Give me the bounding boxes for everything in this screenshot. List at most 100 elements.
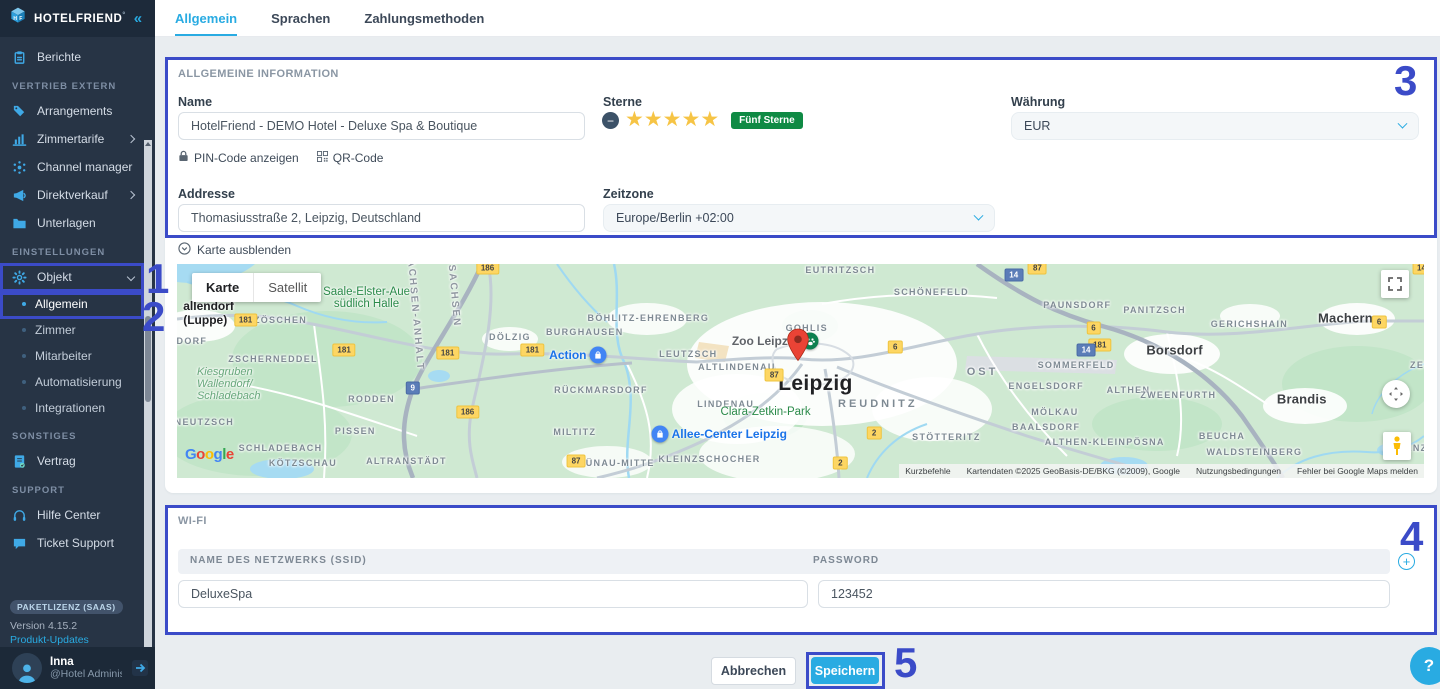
road-badge: 6: [1372, 315, 1386, 328]
attribution-item[interactable]: Nutzungsbedingungen: [1196, 466, 1281, 476]
sidebar-item-objekt[interactable]: Objekt: [0, 263, 144, 291]
hide-map-link[interactable]: Karte ausblenden: [178, 242, 291, 258]
map-type-satellit-button[interactable]: Satellit: [253, 273, 321, 302]
map-label: SACHSEN: [446, 264, 462, 328]
megaphone-icon: [12, 187, 28, 203]
map-type-karte-button[interactable]: Karte: [192, 273, 253, 302]
map-labels-layer: EUTRITZSCHGOHLISBÖHLITZ-EHRENBERGSCHÖNEF…: [177, 264, 1424, 478]
logout-arrow-icon[interactable]: [131, 659, 149, 677]
road-badge: 186: [456, 405, 479, 418]
sidebar-item-arrangements[interactable]: Arrangements: [0, 97, 144, 125]
map-label: Leipzig: [778, 372, 852, 396]
sidebar-item-label: Arrangements: [37, 104, 134, 118]
map-label: STÖTTERITZ: [912, 432, 981, 442]
decrease-stars-button[interactable]: −: [602, 112, 619, 129]
map-label: Borsdorf: [1146, 342, 1203, 357]
collapse-circle-icon: [178, 242, 191, 258]
bullet-icon: [22, 354, 26, 358]
scrollbar-up-arrow[interactable]: [145, 142, 151, 146]
sidebar-item-vertrag[interactable]: Vertrag: [0, 447, 144, 475]
wifi-ssid-input[interactable]: [178, 580, 808, 608]
attribution-item[interactable]: Fehler bei Google Maps melden: [1297, 466, 1418, 476]
poi-shopping-icon[interactable]: [590, 346, 607, 363]
sidebar-item-zimmer[interactable]: Zimmer: [0, 317, 144, 343]
save-button[interactable]: Speichern: [811, 657, 879, 684]
clipboard-icon: [12, 49, 28, 65]
star-icon[interactable]: ★: [663, 108, 682, 131]
currency-select[interactable]: EUR: [1011, 112, 1419, 140]
sidebar-item-label: Unterlagen: [37, 216, 134, 230]
map-label: MÖLKAU: [1031, 407, 1078, 417]
map-label: LEUTZSCH: [659, 349, 717, 359]
road-badge: 186: [476, 264, 499, 275]
google-logo[interactable]: Google: [185, 446, 234, 463]
bullet-icon: [22, 328, 26, 332]
address-input[interactable]: [178, 204, 585, 232]
star-icon[interactable]: ★: [644, 108, 663, 131]
sidebar-item-unterlagen[interactable]: Unterlagen: [0, 209, 144, 237]
bullet-icon: [22, 406, 26, 410]
sidebar-item-hilfe-center[interactable]: Hilfe Center: [0, 501, 144, 529]
sidebar-item-mitarbeiter[interactable]: Mitarbeiter: [0, 343, 144, 369]
tag-icon: [12, 103, 28, 119]
google-map[interactable]: EUTRITZSCHGOHLISBÖHLITZ-EHRENBERGSCHÖNEF…: [177, 264, 1424, 478]
help-button[interactable]: ?: [1410, 647, 1440, 685]
map-label: BEUCHA: [1199, 431, 1245, 441]
timezone-select[interactable]: Europe/Berlin +02:00: [603, 204, 995, 232]
version-text: Version 4.15.2: [10, 620, 150, 632]
sidebar-item-channel-manager[interactable]: Channel manager: [0, 153, 144, 181]
attribution-item[interactable]: Kurzbefehle: [905, 466, 950, 476]
user-meta: Inna @Hotel Administrator: [50, 656, 123, 680]
qr-code-link[interactable]: QR-Code: [317, 150, 384, 165]
star-icon[interactable]: ★: [681, 108, 700, 131]
map-label: SCHÖNEFELD: [894, 287, 969, 297]
sidebar-item-label: Vertrag: [37, 454, 134, 468]
tab-zahlungsmethoden[interactable]: Zahlungsmethoden: [364, 0, 484, 36]
sidebar-item-ticket-support[interactable]: Ticket Support: [0, 529, 144, 557]
tab-allgemein[interactable]: Allgemein: [175, 0, 237, 36]
star-icon[interactable]: ★: [700, 108, 719, 131]
sidebar-item-integrationen[interactable]: Integrationen: [0, 395, 144, 421]
map-poi-label: Action: [549, 348, 586, 362]
map-label: SCHLADEBACH: [239, 443, 323, 453]
content: ALLGEMEINE INFORMATION Name PIN-Code anz…: [155, 37, 1440, 689]
map-label: Clara-Zetkin-Park: [721, 406, 811, 418]
general-info-card: ALLGEMEINE INFORMATION Name PIN-Code anz…: [165, 57, 1437, 493]
sidebar-item-direktverkauf[interactable]: Direktverkauf: [0, 181, 144, 209]
sidebar-item-allgemein[interactable]: Allgemein: [0, 291, 144, 317]
tab-sprachen[interactable]: Sprachen: [271, 0, 330, 36]
logo-bar: H F HOTELFRIEND° «: [0, 0, 155, 37]
map-attribution: KurzbefehleKartendaten ©2025 GeoBasis-DE…: [899, 464, 1424, 478]
sidebar-scrollbar[interactable]: [144, 140, 152, 647]
sidebar-item-label: Mitarbeiter: [35, 349, 92, 363]
fullscreen-icon[interactable]: [1381, 270, 1409, 298]
map-marker-pin[interactable]: [786, 328, 810, 367]
tabbar: Allgemein Sprachen Zahlungsmethoden: [155, 0, 1440, 37]
road-badge: 181: [234, 313, 257, 326]
star-icon[interactable]: ★: [625, 108, 644, 131]
gear-icon: [12, 269, 28, 285]
sidebar-item-zimmertarife[interactable]: Zimmertarife: [0, 125, 144, 153]
road-badge: 14: [1004, 268, 1023, 281]
product-updates-link[interactable]: Produkt-Updates: [10, 634, 150, 646]
wifi-password-input[interactable]: [818, 580, 1390, 608]
map-label: BAALSDORF: [1012, 422, 1080, 432]
sidebar-item-label: Ticket Support: [37, 536, 134, 550]
pegman-icon[interactable]: [1383, 432, 1411, 460]
sidebar-item-berichte[interactable]: Berichte: [0, 43, 144, 71]
user-name: Inna: [50, 656, 123, 668]
hotel-name-input[interactable]: [178, 112, 585, 140]
road-badge: 181: [521, 343, 544, 356]
sidebar-item-automatisierung[interactable]: Automatisierung: [0, 369, 144, 395]
star-icons[interactable]: ★★★★★: [625, 110, 719, 131]
pan-control-icon[interactable]: [1382, 380, 1410, 408]
add-wifi-button[interactable]: +: [1398, 553, 1415, 570]
cancel-button[interactable]: Abbrechen: [711, 657, 796, 685]
map-label: PANITZSCH: [1123, 305, 1186, 315]
poi-shopping-icon[interactable]: [651, 425, 668, 442]
map-label: Machern: [1318, 310, 1373, 325]
sidebar-item-label: Direktverkauf: [37, 188, 119, 202]
sidebar-collapse-icon[interactable]: «: [134, 10, 142, 27]
scrollbar-thumb[interactable]: [145, 316, 151, 402]
pin-code-link[interactable]: PIN-Code anzeigen: [178, 150, 299, 165]
